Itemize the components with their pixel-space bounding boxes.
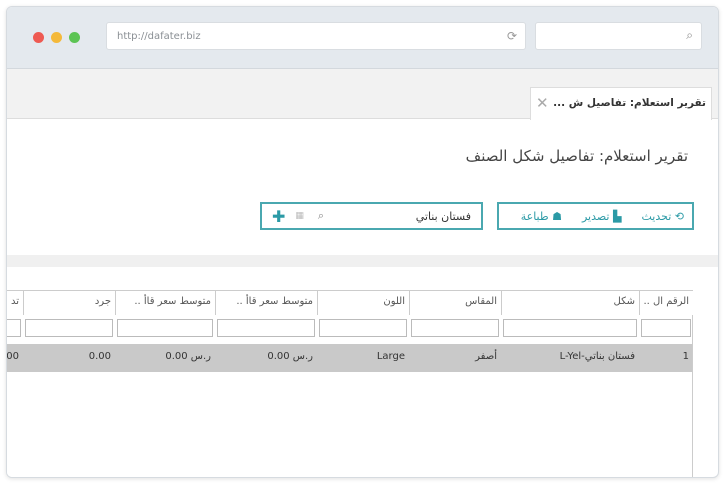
refresh-button[interactable]: ⟲ تحديث: [641, 210, 684, 223]
browser-chrome: http://dafater.biz ⟳ ⌕: [7, 7, 718, 69]
table-cell: 00: [6, 351, 19, 362]
print-label: طباعة: [520, 209, 549, 223]
filter-cell: [115, 317, 215, 341]
filter-value[interactable]: فستان بناتي: [416, 210, 471, 223]
column-header[interactable]: متوسط سعر قاأ ..: [115, 291, 215, 315]
filter-cell: [23, 317, 115, 341]
filter-cell: [317, 317, 409, 341]
column-filter-input[interactable]: [641, 319, 691, 337]
reload-icon[interactable]: ⟳: [507, 29, 517, 43]
minimize-window-button[interactable]: [51, 32, 62, 43]
column-filter-input[interactable]: [117, 319, 213, 337]
url-text: http://dafater.biz: [117, 31, 201, 42]
table-cell: 1: [682, 351, 689, 362]
close-window-button[interactable]: [33, 32, 44, 43]
table-cell: أصفر: [475, 351, 497, 362]
column-header[interactable]: جرد: [23, 291, 115, 315]
refresh-label: تحديث: [641, 209, 672, 223]
column-filter-input[interactable]: [7, 319, 21, 337]
search-icon: ⌕: [686, 28, 693, 42]
close-tab-icon[interactable]: ✕: [536, 94, 549, 112]
filter-cell: [7, 317, 23, 341]
report-grid: الرقم ال .. شكل المقاس اللون متوسط سعر قاأ .…: [7, 290, 693, 477]
column-header[interactable]: تد: [7, 291, 23, 315]
maximize-window-button[interactable]: [69, 32, 80, 43]
clear-filter-icon[interactable]: ▦: [295, 211, 304, 221]
export-label: تصدير: [581, 209, 610, 223]
table-cell: ر.س 0.00: [165, 351, 211, 362]
export-button[interactable]: ▙ تصدير: [582, 210, 621, 223]
header-row: الرقم ال .. شكل المقاس اللون متوسط سعر قاأ .…: [7, 291, 693, 315]
tab-bar: تقرير استعلام: تفاصيل ش ... ✕: [7, 69, 718, 120]
browser-search[interactable]: ⌕: [535, 22, 702, 50]
filter-cell: [409, 317, 501, 341]
column-filter-input[interactable]: [503, 319, 637, 337]
print-button[interactable]: ☗ طباعة: [521, 210, 562, 223]
column-filter-input[interactable]: [217, 319, 315, 337]
address-bar[interactable]: http://dafater.biz ⟳: [106, 22, 526, 50]
column-header[interactable]: اللون: [317, 291, 409, 315]
filter-cell: [639, 317, 693, 341]
column-header[interactable]: الرقم ال ..: [639, 291, 693, 315]
search-toolbar: فستان بناتي ⌕ ▦ ✚: [260, 202, 483, 230]
column-filter-input[interactable]: [411, 319, 499, 337]
table-cell: 0.00: [88, 351, 111, 362]
table-row[interactable]: 1 فستان بناتي-L-Yel أصفر Large ر.س 0.00 ر.س 0…: [7, 344, 692, 372]
tab-query-report[interactable]: تقرير استعلام: تفاصيل ش ... ✕: [530, 87, 712, 120]
filter-cell: [215, 317, 317, 341]
section-divider: [7, 255, 718, 267]
column-header[interactable]: المقاس: [409, 291, 501, 315]
tab-label: تقرير استعلام: تفاصيل ش ...: [553, 97, 706, 109]
filter-row: [7, 317, 692, 341]
table-cell: ر.س 0.00: [267, 351, 313, 362]
search-icon[interactable]: ⌕: [318, 209, 324, 223]
table-cell: فستان بناتي-L-Yel: [559, 351, 635, 362]
filter-cell: [501, 317, 639, 341]
table-cell: Large: [376, 351, 405, 362]
column-filter-input[interactable]: [319, 319, 407, 337]
column-filter-input[interactable]: [25, 319, 113, 337]
add-icon[interactable]: ✚: [272, 207, 285, 226]
column-header[interactable]: متوسط سعر قاأ ..: [215, 291, 317, 315]
page-title: تقرير استعلام: تفاصيل شكل الصنف: [465, 147, 688, 165]
column-header[interactable]: شكل: [501, 291, 639, 315]
action-toolbar: ⟲ تحديث ▙ تصدير ☗ طباعة: [497, 202, 694, 230]
browser-window: http://dafater.biz ⟳ ⌕ تقرير استعلام: تفا…: [6, 6, 719, 478]
